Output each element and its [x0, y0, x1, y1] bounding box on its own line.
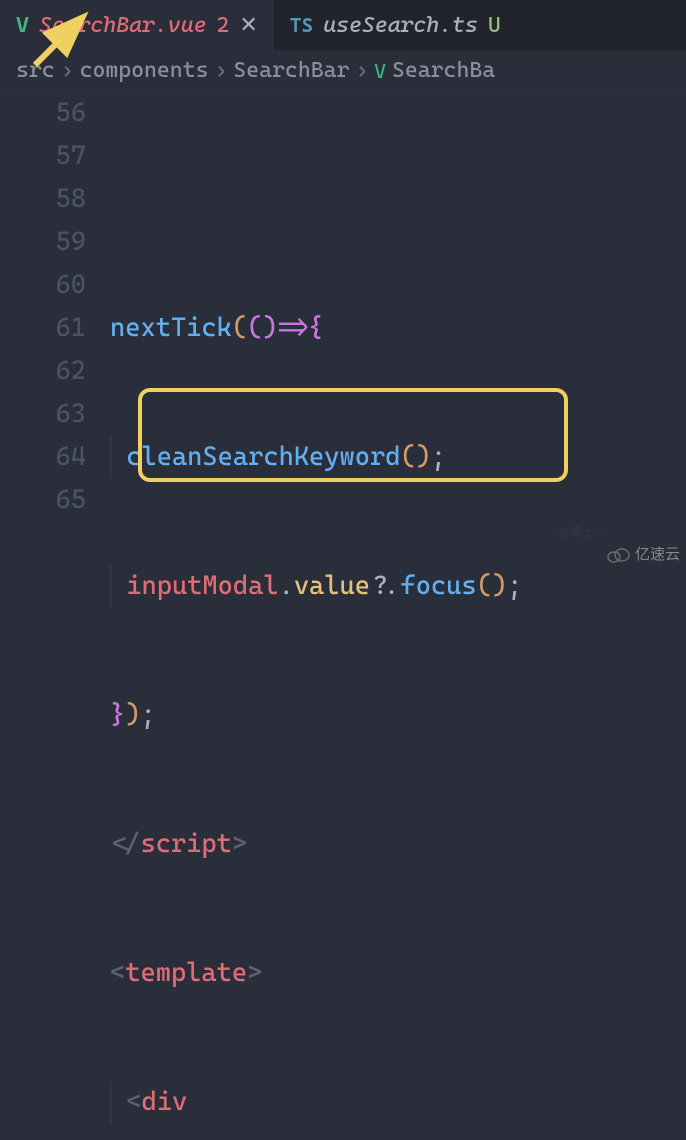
vue-icon: V [374, 59, 386, 83]
tab-status: U [488, 13, 501, 38]
line-gutter: 56 57 58 59 60 61 62 63 64 65 [0, 92, 110, 1140]
breadcrumb-sep: › [355, 58, 368, 83]
breadcrumb-part[interactable]: components [80, 58, 209, 83]
breadcrumb-part[interactable]: src [16, 58, 55, 83]
tab-filename: useSearch.ts [323, 13, 478, 38]
ts-icon: TS [290, 13, 313, 37]
code-content[interactable]: nextTick(() => { cleanSearchKeyword(); i… [110, 92, 686, 1140]
line-number: 65 [0, 479, 86, 522]
cloud-icon [605, 545, 631, 563]
vue-icon: V [16, 13, 29, 38]
breadcrumb[interactable]: src › components › SearchBar › V SearchB… [0, 50, 686, 92]
line-number: 62 [0, 350, 86, 393]
code-line[interactable] [110, 178, 686, 221]
line-number: 63 [0, 393, 86, 436]
code-line[interactable]: </script> [110, 823, 686, 866]
code-line[interactable]: <template> [110, 952, 686, 995]
line-number: 61 [0, 307, 86, 350]
line-number: 60 [0, 264, 86, 307]
code-line[interactable]: }); [110, 694, 686, 737]
tab-searchbar-vue[interactable]: V SearchBar.vue 2 ✕ [0, 0, 274, 50]
line-number: 56 [0, 92, 86, 135]
line-number: 58 [0, 178, 86, 221]
close-icon[interactable]: ✕ [239, 13, 257, 38]
breadcrumb-sep: › [61, 58, 74, 83]
breadcrumb-part[interactable]: SearchBar [233, 58, 349, 83]
line-number: 59 [0, 221, 86, 264]
code-editor[interactable]: 56 57 58 59 60 61 62 63 64 65 nextTick((… [0, 92, 686, 1140]
breadcrumb-part[interactable]: SearchBa [392, 58, 495, 83]
code-line[interactable]: <div [110, 1081, 686, 1124]
code-line[interactable]: inputModal.value?.focus(); [110, 565, 686, 608]
breadcrumb-sep: › [214, 58, 227, 83]
tab-bar: V SearchBar.vue 2 ✕ TS useSearch.ts U [0, 0, 686, 50]
line-number: 64 [0, 436, 86, 479]
watermark-text: 亿速云 [635, 543, 680, 564]
line-number: 57 [0, 135, 86, 178]
watermark: 亿速云 [605, 543, 680, 564]
code-line[interactable]: nextTick(() => { [110, 307, 686, 350]
tab-filename: SearchBar.vue [39, 13, 207, 38]
code-line[interactable]: cleanSearchKeyword(); [110, 436, 686, 479]
tab-badge: 2 [216, 13, 229, 38]
faint-watermark: @稀土… [558, 523, 606, 540]
tab-usesearch-ts[interactable]: TS useSearch.ts U [274, 0, 517, 50]
